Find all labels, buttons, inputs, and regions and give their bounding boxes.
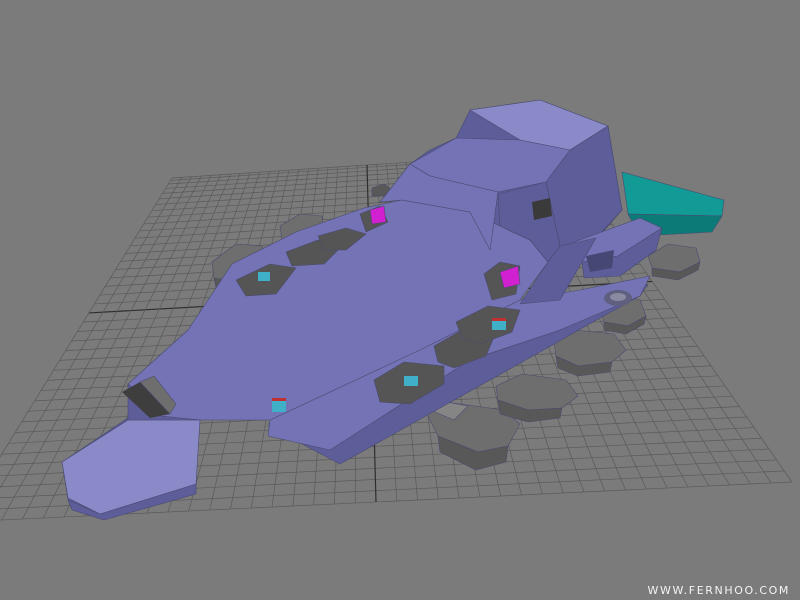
decal-cyan-2: [272, 400, 286, 412]
viewport-scene[interactable]: [0, 0, 800, 600]
round-port-inner: [610, 293, 626, 301]
engine-top-face: [621, 171, 725, 217]
decal-red-1: [272, 398, 286, 401]
watermark: WWW.FERNHOO.COM: [647, 584, 790, 597]
decal-cyan-1: [258, 272, 270, 281]
3d-viewport[interactable]: WWW.FERNHOO.COM: [0, 0, 800, 600]
decal-cyan-4: [492, 320, 506, 330]
decal-cyan-3: [404, 376, 418, 386]
decal-red-2: [492, 318, 506, 321]
gear-pod-right-mid: [495, 373, 579, 423]
